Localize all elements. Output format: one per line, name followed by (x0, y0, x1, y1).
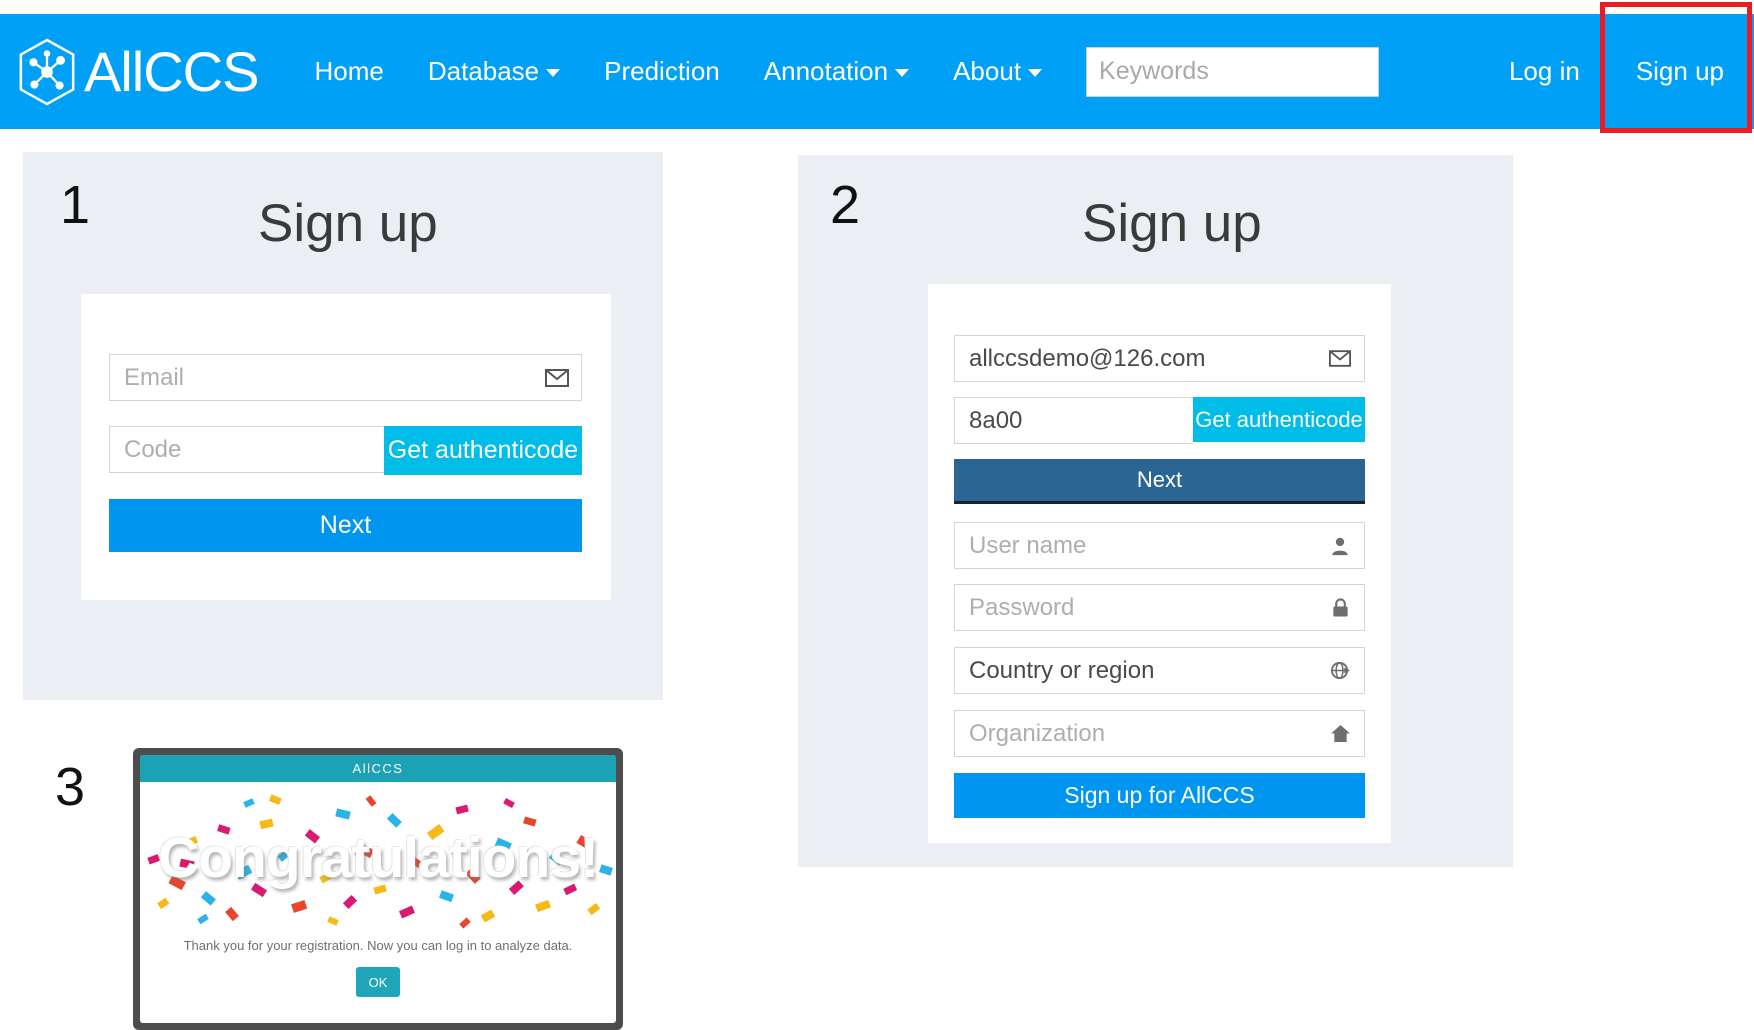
success-dialog-inner: AllCCS Congratulations! Thank you for yo… (140, 755, 616, 1023)
top-navbar: AllCCS Home Database Prediction Annotati… (0, 14, 1754, 129)
email-field-step2[interactable]: allccsdemo@126.com (954, 335, 1365, 382)
step-1-title: Sign up (258, 194, 438, 253)
molecule-hexagon-logo-icon (16, 37, 78, 107)
dialog-message: Thank you for your registration. Now you… (183, 938, 573, 953)
nav-item-annotation[interactable]: Annotation (742, 14, 931, 129)
step-2-number: 2 (830, 175, 861, 235)
nav-item-home-label: Home (314, 56, 384, 86)
nav-right-group: Log in Sign up (1483, 14, 1754, 129)
code-row-step2: 8a00 Get authenticode (954, 397, 1365, 444)
globe-icon (1328, 659, 1352, 683)
nav-item-database[interactable]: Database (406, 14, 582, 129)
home-icon (1328, 722, 1352, 746)
envelope-icon (1328, 347, 1352, 371)
nav-item-home[interactable]: Home (292, 14, 405, 129)
username-placeholder: User name (969, 531, 1087, 559)
nav-item-about-label: About (953, 56, 1022, 86)
congratulations-text: Congratulations! (158, 826, 599, 890)
nav-item-prediction-label: Prediction (604, 56, 720, 86)
nav-item-database-label: Database (427, 56, 540, 86)
envelope-icon (545, 366, 569, 390)
username-field[interactable]: User name (954, 522, 1365, 569)
next-button-step2[interactable]: Next (954, 459, 1365, 504)
country-value: Country or region (969, 656, 1155, 684)
code-row-step1: Code Get authenticode (109, 426, 582, 475)
email-field-step1[interactable]: Email (109, 354, 582, 401)
brand-logo-link[interactable]: AllCCS (16, 14, 259, 129)
country-field[interactable]: Country or region (954, 647, 1365, 694)
email-value-step2: allccsdemo@126.com (969, 344, 1206, 372)
next-button-step1[interactable]: Next (109, 499, 582, 552)
login-link[interactable]: Log in (1483, 14, 1606, 129)
brand-name: AllCCS (84, 39, 259, 103)
lock-icon (1328, 596, 1352, 620)
nav-item-about[interactable]: About (931, 14, 1064, 129)
step-1-form-card: Email Code Get authenticode Next (81, 294, 611, 600)
organization-field[interactable]: Organization (954, 710, 1365, 757)
chevron-down-icon (895, 69, 910, 78)
nav-item-annotation-label: Annotation (763, 56, 889, 86)
code-value-step2: 8a00 (969, 406, 1023, 434)
user-icon (1328, 534, 1352, 558)
code-placeholder-step1: Code (124, 435, 182, 463)
step-3-number: 3 (55, 757, 86, 817)
step-1-number: 1 (60, 175, 91, 235)
code-field-step1[interactable]: Code (109, 426, 384, 473)
get-authenticode-button-step2[interactable]: Get authenticode (1193, 397, 1365, 442)
chevron-down-icon (1028, 69, 1043, 78)
nav-links: Home Database Prediction Annotation Abou… (292, 14, 1380, 129)
code-field-step2[interactable]: 8a00 (954, 397, 1193, 444)
ok-button[interactable]: OK (356, 967, 400, 997)
step-2-title: Sign up (1082, 194, 1262, 253)
congratulations-banner: Congratulations! (140, 782, 616, 932)
dialog-title: AllCCS (140, 755, 616, 782)
step-2-form-card: allccsdemo@126.com 8a00 Get authenticode… (928, 284, 1391, 843)
organization-placeholder: Organization (969, 719, 1106, 747)
nav-item-prediction[interactable]: Prediction (582, 14, 742, 129)
signup-submit-button[interactable]: Sign up for AllCCS (954, 773, 1365, 818)
password-placeholder: Password (969, 593, 1075, 621)
success-dialog: AllCCS Congratulations! Thank you for yo… (133, 748, 623, 1030)
signup-link[interactable]: Sign up (1606, 14, 1754, 129)
email-placeholder-step1: Email (124, 363, 185, 391)
search-placeholder: Keywords (1099, 57, 1209, 85)
chevron-down-icon (546, 69, 561, 78)
password-field[interactable]: Password (954, 584, 1365, 631)
get-authenticode-button-step1[interactable]: Get authenticode (384, 426, 582, 475)
search-input[interactable]: Keywords (1086, 46, 1380, 97)
